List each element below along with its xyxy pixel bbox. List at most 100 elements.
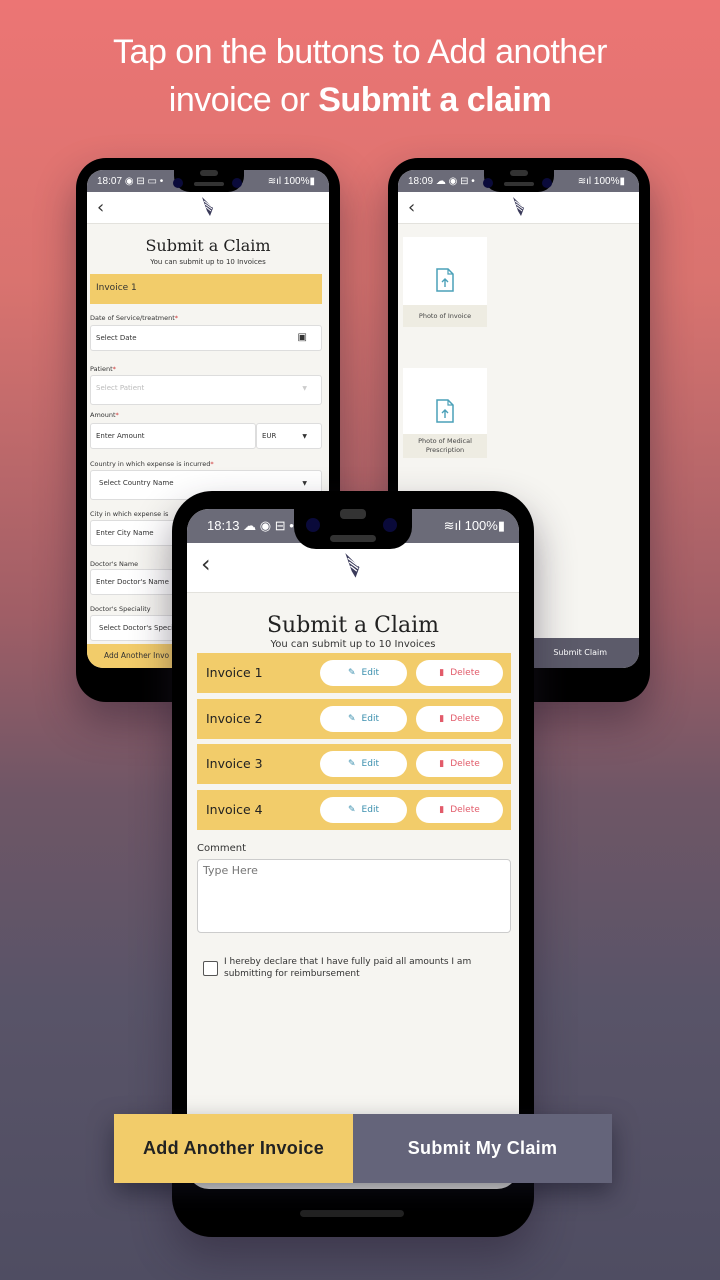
field-label-doctor-name: Doctor's Name bbox=[90, 560, 139, 568]
invoice-name: Invoice 4 bbox=[206, 802, 263, 817]
chevron-down-icon: ▼ bbox=[302, 433, 307, 440]
earpiece bbox=[194, 182, 224, 186]
edit-invoice-button[interactable]: ✎ Edit bbox=[320, 660, 407, 686]
submit-claim-label: Submit Claim bbox=[553, 648, 607, 657]
wifi-signal-icon: ≋ıl bbox=[443, 518, 461, 533]
trash-icon: ▮ bbox=[439, 805, 445, 815]
airline-wing-logo-icon bbox=[202, 197, 213, 216]
home-indicator bbox=[300, 1210, 404, 1217]
declaration-checkbox[interactable] bbox=[203, 961, 218, 976]
earpiece bbox=[330, 535, 376, 542]
upload-photo-of-invoice[interactable]: Photo of Invoice bbox=[403, 237, 487, 327]
back-arrow-icon[interactable]: ‹ bbox=[201, 550, 211, 578]
field-label-city: City in which expense is bbox=[90, 510, 169, 518]
edit-invoice-button[interactable]: ✎ Edit bbox=[320, 751, 407, 777]
front-camera bbox=[232, 178, 242, 188]
currency-select[interactable]: EUR ▼ bbox=[256, 423, 322, 449]
delete-invoice-button[interactable]: ▮ Delete bbox=[416, 660, 503, 686]
app-header: ‹ bbox=[87, 192, 329, 224]
airline-wing-logo-icon bbox=[512, 197, 524, 216]
field-label-doctor-speciality: Doctor's Speciality bbox=[90, 605, 151, 613]
front-camera bbox=[483, 178, 493, 188]
front-camera bbox=[306, 518, 320, 532]
app-header: ‹ bbox=[398, 192, 639, 224]
page-title: Submit a Claim bbox=[266, 613, 440, 638]
chevron-down-icon: ▼ bbox=[302, 480, 307, 487]
status-notification-icons: ☁ ◉ ⊟ • bbox=[243, 518, 294, 533]
file-upload-icon bbox=[436, 399, 454, 423]
edit-icon: ✎ bbox=[348, 805, 356, 815]
delete-invoice-button[interactable]: ▮ Delete bbox=[416, 751, 503, 777]
invoice-name: Invoice 2 bbox=[206, 711, 263, 726]
status-time: 18:07 bbox=[97, 175, 123, 187]
field-label-country: Country in which expense is incurred* bbox=[90, 460, 214, 468]
front-camera bbox=[542, 178, 552, 188]
trash-icon: ▮ bbox=[439, 759, 445, 769]
comment-label: Comment bbox=[197, 843, 246, 854]
front-camera bbox=[173, 178, 183, 188]
speaker bbox=[200, 170, 218, 176]
invoice-name: Invoice 3 bbox=[206, 756, 263, 771]
invoice-name: Invoice 1 bbox=[206, 665, 263, 680]
calendar-icon[interactable]: ▣ bbox=[298, 332, 307, 343]
field-label-patient: Patient* bbox=[90, 365, 116, 373]
battery-icon: ▮ bbox=[619, 175, 625, 187]
headline: Tap on the buttons to Add another invoic… bbox=[0, 28, 720, 124]
back-arrow-icon[interactable]: ‹ bbox=[408, 197, 415, 218]
edit-icon: ✎ bbox=[348, 759, 356, 769]
headline-line-1: Tap on the buttons to Add another bbox=[113, 33, 607, 71]
delete-invoice-button[interactable]: ▮ Delete bbox=[416, 797, 503, 823]
battery-icon: ▮ bbox=[309, 175, 315, 187]
invoice-row: Invoice 3 ✎ Edit ▮ Delete bbox=[197, 744, 511, 784]
status-time: 18:09 bbox=[408, 175, 434, 187]
status-notification-icons: ☁ ◉ ⊟ • bbox=[435, 175, 475, 187]
add-another-invoice-button[interactable]: Add Another Invoice bbox=[114, 1114, 353, 1183]
amount-input[interactable]: Enter Amount bbox=[90, 423, 256, 449]
wifi-signal-icon: ≋ıl bbox=[577, 175, 592, 187]
edit-invoice-button[interactable]: ✎ Edit bbox=[320, 797, 407, 823]
battery-icon: ▮ bbox=[497, 518, 505, 533]
page-subtitle: You can submit up to 10 Invoices bbox=[270, 639, 436, 650]
status-notification-icons: ◉ ⊟ ▭ • bbox=[124, 175, 164, 187]
trash-icon: ▮ bbox=[439, 714, 445, 724]
battery-level: 100% bbox=[464, 518, 498, 533]
invoice-row: Invoice 4 ✎ Edit ▮ Delete bbox=[197, 790, 511, 830]
invoice-row: Invoice 2 ✎ Edit ▮ Delete bbox=[197, 699, 511, 739]
headline-regular: invoice or bbox=[168, 81, 319, 119]
chevron-down-icon: ▼ bbox=[302, 385, 307, 392]
app-header: ‹ bbox=[187, 543, 519, 593]
page-subtitle: You can submit up to 10 Invoices bbox=[150, 258, 266, 266]
invoice-row: Invoice 1 ✎ Edit ▮ Delete bbox=[197, 653, 511, 693]
upload-caption: Photo of Invoice bbox=[403, 305, 487, 327]
status-time: 18:13 bbox=[207, 518, 240, 533]
battery-level: 100% bbox=[283, 175, 310, 187]
back-arrow-icon[interactable]: ‹ bbox=[97, 197, 104, 218]
battery-level: 100% bbox=[593, 175, 620, 187]
edit-icon: ✎ bbox=[348, 714, 356, 724]
front-camera bbox=[383, 518, 397, 532]
airline-wing-logo-icon bbox=[345, 553, 360, 578]
patient-select[interactable]: Select Patient ▼ bbox=[90, 375, 322, 405]
trash-icon: ▮ bbox=[439, 668, 445, 678]
declaration-text: I hereby declare that I have fully paid … bbox=[224, 957, 472, 979]
upload-caption: Photo of Medical Prescription bbox=[403, 434, 487, 458]
field-label-date: Date of Service/treatment* bbox=[90, 314, 179, 322]
speaker bbox=[340, 509, 366, 519]
file-upload-icon bbox=[436, 268, 454, 292]
speaker bbox=[510, 170, 528, 176]
delete-invoice-button[interactable]: ▮ Delete bbox=[416, 706, 503, 732]
action-bar: Add Another Invoice Submit My Claim bbox=[114, 1114, 612, 1183]
wifi-signal-icon: ≋ıl bbox=[267, 175, 282, 187]
date-picker-field[interactable]: Select Date ▣ bbox=[90, 325, 322, 351]
edit-invoice-button[interactable]: ✎ Edit bbox=[320, 706, 407, 732]
upload-photo-of-medical-prescription[interactable]: Photo of Medical Prescription bbox=[403, 368, 487, 458]
submit-my-claim-button[interactable]: Submit My Claim bbox=[353, 1114, 612, 1183]
headline-line-2: invoice or Submit a claim bbox=[0, 76, 720, 124]
comment-textarea[interactable] bbox=[197, 859, 511, 933]
edit-icon: ✎ bbox=[348, 668, 356, 678]
invoice-header: Invoice 1 bbox=[90, 274, 322, 304]
headline-bold: Submit a claim bbox=[318, 81, 552, 119]
phone-screen: 18:13 ☁ ◉ ⊟ • ≋ıl 100%▮ ‹ Submit a Claim… bbox=[187, 509, 519, 1189]
page-title: Submit a Claim bbox=[145, 236, 271, 255]
field-label-amount: Amount* bbox=[90, 411, 119, 419]
